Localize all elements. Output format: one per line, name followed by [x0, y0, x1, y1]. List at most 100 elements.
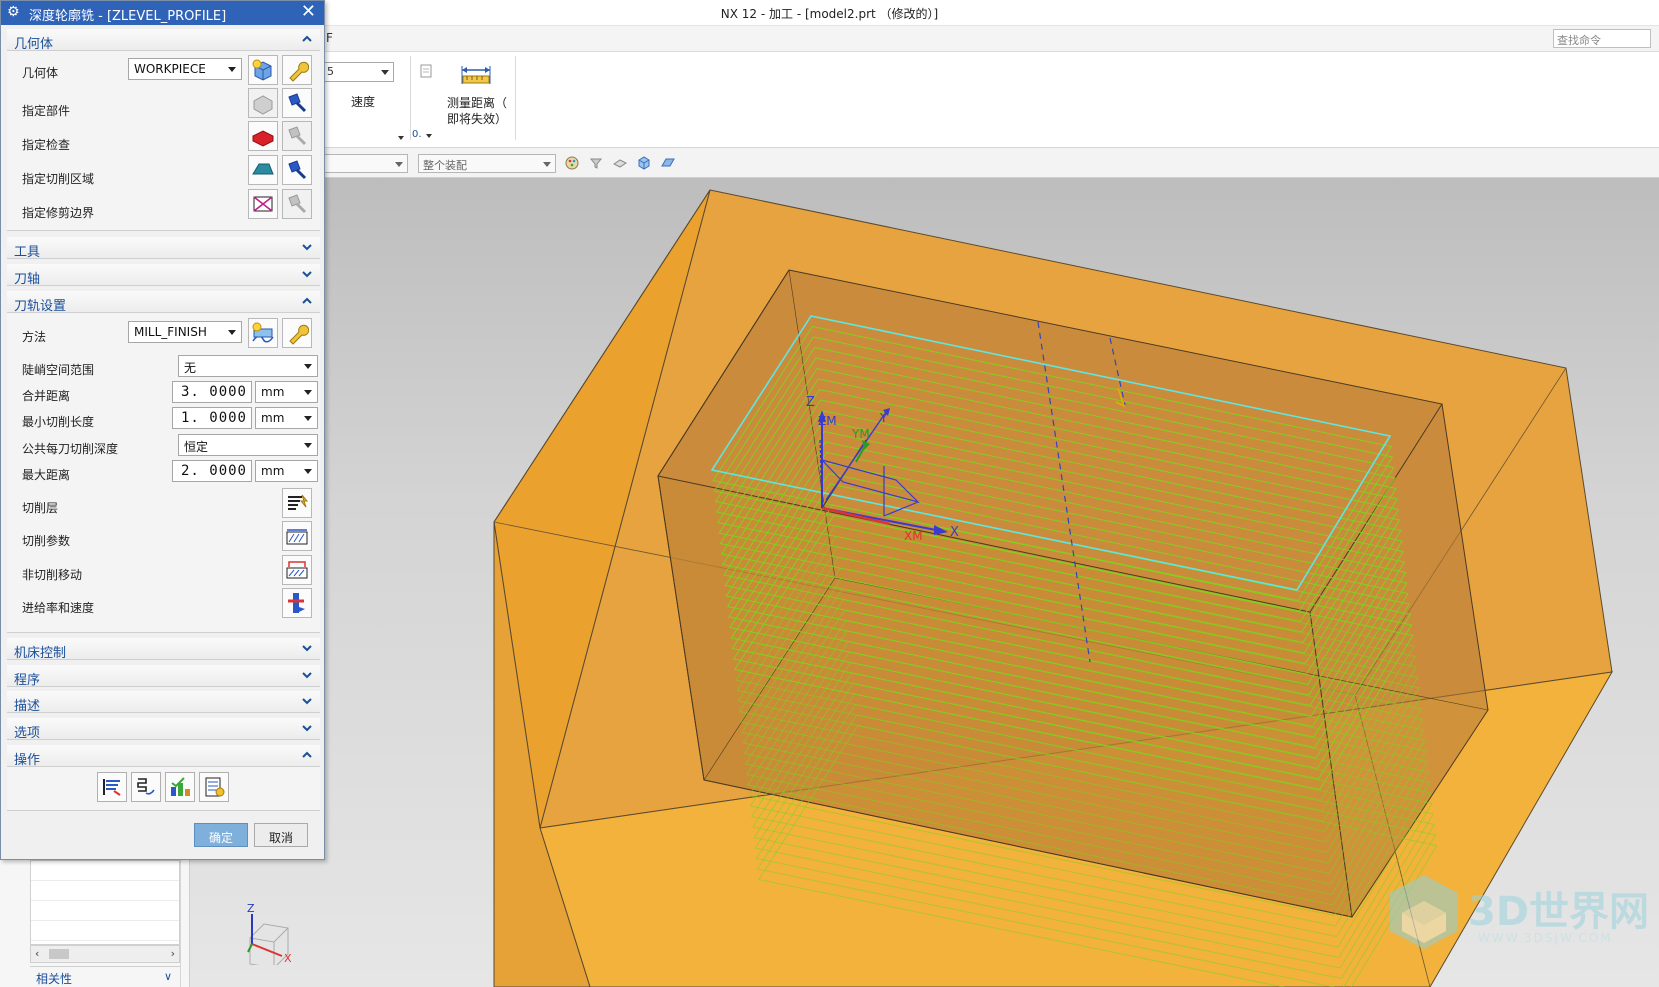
speed-label[interactable]: 速度 [340, 93, 386, 110]
ok-button[interactable]: 确定 [194, 823, 248, 847]
method-label: 方法 [22, 330, 47, 344]
dropdown-arrow-icon[interactable] [398, 136, 404, 140]
scroll-left-icon[interactable]: ‹ [35, 947, 39, 960]
section-actions-header[interactable]: 操作 [7, 745, 320, 768]
face-select-icon[interactable] [660, 155, 676, 171]
measure-distance-icon [461, 66, 491, 84]
doc-icon[interactable] [419, 64, 433, 78]
merge-unit-dropdown[interactable]: mm [255, 381, 318, 403]
chevron-up-icon [302, 751, 312, 758]
close-icon[interactable]: ✕ [301, 2, 316, 22]
min-cut-length-input[interactable]: 1. 0000 [172, 407, 252, 429]
navigator-row[interactable] [31, 901, 179, 921]
navigator-row[interactable] [31, 881, 179, 901]
find-command-input[interactable]: 查找命令 [1553, 29, 1651, 48]
edit-geometry-button[interactable] [282, 55, 312, 85]
ribbon-tab-fragment[interactable]: F [326, 31, 333, 45]
specify-cut-area-button[interactable] [248, 155, 278, 185]
chevron-down-icon [304, 469, 312, 474]
section-description-label: 描述 [14, 699, 41, 714]
section-description-header[interactable]: 描述 [7, 691, 320, 714]
scroll-thumb[interactable] [49, 949, 69, 959]
steep-range-value: 无 [184, 361, 197, 375]
dialog-titlebar[interactable]: ⚙ 深度轮廓铣 - [ZLEVEL_PROFILE] ✕ [1, 1, 324, 25]
section-options-header[interactable]: 选项 [7, 718, 320, 741]
cut-levels-icon [288, 494, 309, 510]
watermark: 3D世界网 WWW.3DSJW.COM [1386, 871, 1651, 971]
replay-button[interactable] [131, 772, 161, 802]
wrench-icon [289, 324, 309, 345]
section-program-header[interactable]: 程序 [7, 665, 320, 688]
ribbon-combo-value: 5 [327, 65, 334, 78]
cut-depth-dropdown[interactable]: 恒定 [178, 434, 318, 456]
steep-range-dropdown[interactable]: 无 [178, 355, 318, 377]
section-machine-control-label: 机床控制 [14, 646, 67, 661]
section-machine-control-header[interactable]: 机床控制 [7, 638, 320, 661]
type-filter-combo[interactable] [322, 154, 408, 173]
chevron-down-icon [302, 244, 312, 251]
scope-filter-combo[interactable]: 整个装配 [418, 154, 556, 173]
section-path-settings-header[interactable]: 刀轨设置 [7, 291, 320, 314]
csys-z-label: Z [806, 395, 815, 410]
max-distance-unit-dropdown[interactable]: mm [255, 460, 318, 482]
display-part-button[interactable] [282, 88, 312, 118]
method-dropdown[interactable]: MILL_FINISH [128, 321, 242, 343]
filter-icon[interactable] [588, 155, 604, 171]
display-trim-button[interactable] [282, 189, 312, 219]
ribbon-combo[interactable]: 5 [322, 62, 394, 82]
ribbon-separator [515, 56, 516, 140]
edit-method-button[interactable] [282, 318, 312, 348]
display-check-button[interactable] [282, 121, 312, 151]
chevron-down-icon [543, 162, 551, 167]
ribbon-small-fragment[interactable]: 0. [412, 129, 422, 140]
panel-divider [180, 860, 181, 987]
body-select-icon[interactable] [612, 155, 628, 171]
measure-distance-button[interactable]: 测量距离（ 即将失效） [443, 60, 511, 140]
section-options-label: 选项 [14, 726, 41, 741]
cube-icon[interactable] [636, 155, 652, 171]
section-geometry-body: 几何体 WORKPIECE 指定部件 指定检查 指定切削区域 指定修剪边界 [7, 51, 320, 231]
ribbon-separator [410, 56, 411, 140]
merge-distance-input[interactable]: 3. 0000 [172, 381, 252, 403]
csys-xm-label: XM [904, 529, 923, 543]
chevron-down-icon [304, 416, 312, 421]
dropdown-arrow-icon[interactable] [426, 134, 432, 138]
view-triad[interactable]: Z X [230, 890, 310, 965]
non-cutting-moves-label: 非切削移动 [22, 568, 83, 582]
cut-area-icon [252, 163, 274, 175]
non-cutting-moves-button[interactable] [282, 555, 312, 585]
display-cut-area-button[interactable] [282, 155, 312, 185]
csys-y-label: Y [879, 411, 888, 425]
specify-trim-button[interactable] [248, 189, 278, 219]
new-geometry-button[interactable] [248, 55, 278, 85]
section-actions-label: 操作 [14, 753, 41, 768]
triad-x-label: X [284, 952, 292, 965]
horizontal-scrollbar[interactable]: ‹ › [30, 945, 180, 963]
feeds-speeds-button[interactable] [282, 588, 312, 618]
cut-depth-value: 恒定 [184, 440, 209, 454]
section-tool-header[interactable]: 工具 [7, 237, 320, 260]
min-cut-unit-dropdown[interactable]: mm [255, 407, 318, 429]
verify-button[interactable] [165, 772, 195, 802]
cut-levels-button[interactable] [282, 488, 312, 518]
check-geometry-icon [252, 130, 274, 147]
relevance-section[interactable]: 相关性 ∨ [30, 966, 180, 987]
scroll-right-icon[interactable]: › [171, 947, 175, 960]
cancel-button[interactable]: 取消 [254, 823, 308, 847]
cut-params-button[interactable] [282, 521, 312, 551]
generate-button[interactable] [97, 772, 127, 802]
section-geometry-header[interactable]: 几何体 [7, 29, 320, 52]
specify-part-button[interactable] [248, 88, 278, 118]
chevron-down-icon [304, 364, 312, 369]
csys-ym-label: YM [851, 427, 870, 441]
navigator-grid[interactable] [30, 860, 180, 945]
new-method-button[interactable] [248, 318, 278, 348]
geometry-dropdown[interactable]: WORKPIECE [128, 58, 242, 80]
palette-icon[interactable] [564, 155, 580, 171]
navigator-row[interactable] [31, 861, 179, 881]
list-button[interactable] [199, 772, 229, 802]
section-axis-header[interactable]: 刀轴 [7, 264, 320, 287]
max-distance-input[interactable]: 2. 0000 [172, 460, 252, 482]
navigator-row[interactable] [31, 921, 179, 941]
specify-check-button[interactable] [248, 121, 278, 151]
